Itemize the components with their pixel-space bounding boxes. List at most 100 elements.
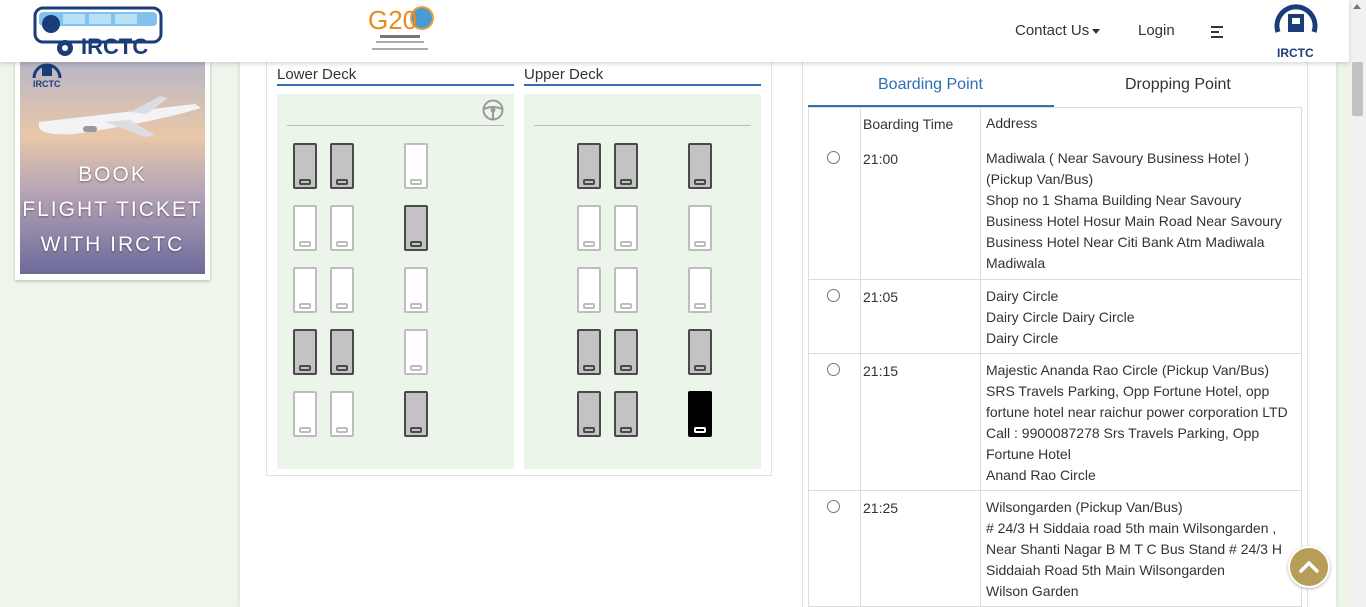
seat-pillow	[299, 241, 311, 247]
boarding-address: Dairy Circle Dairy Circle Dairy Circle Dai…	[981, 280, 1301, 353]
seat-pillow	[299, 365, 311, 371]
seat-pillow	[410, 303, 422, 309]
seat-pillow	[583, 179, 595, 185]
upper-deck-seat	[688, 329, 712, 375]
ad-line-3: WITH IRCTC	[40, 233, 185, 256]
upper-deck-title: Upper Deck	[524, 66, 604, 83]
lower-deck-seat[interactable]	[404, 143, 428, 189]
lower-deck-seat[interactable]	[330, 267, 354, 313]
airplane-icon	[39, 96, 201, 137]
table-row[interactable]: 21:05 Dairy Circle Dairy Circle Dairy Circ…	[809, 279, 1301, 353]
address-line: Dairy Circle Dairy Circle	[986, 309, 1135, 325]
boarding-point-radio[interactable]	[827, 500, 840, 513]
address-line: Madiwala ( Near Savoury Business Hotel )	[986, 150, 1249, 166]
upper-deck-seat[interactable]	[577, 205, 601, 251]
seat-pillow	[620, 179, 632, 185]
seat-pillow	[299, 179, 311, 185]
seat-pillow	[336, 179, 348, 185]
login-link[interactable]: Login	[1138, 22, 1175, 39]
seat-pillow	[336, 303, 348, 309]
lower-deck-underline	[277, 84, 514, 86]
seat-pillow	[620, 427, 632, 433]
lower-deck-seat[interactable]	[330, 205, 354, 251]
irctc-logo[interactable]: IRCTC	[1272, 4, 1320, 60]
table-header-row: Boarding Time Address	[809, 108, 1301, 142]
upper-deck-seat	[614, 391, 638, 437]
lower-deck-seat[interactable]	[330, 391, 354, 437]
address-line: Near Shanti Nagar B M T C Bus Stand # 24…	[986, 541, 1282, 557]
seat-pillow	[620, 241, 632, 247]
lower-deck-seat[interactable]	[404, 267, 428, 313]
header-address: Address	[986, 115, 1038, 131]
address-line: Siddaiah Road 5th Main Wilsongarden	[986, 562, 1225, 578]
lower-deck-seat[interactable]	[293, 391, 317, 437]
tab-boarding-point[interactable]: Boarding Point	[878, 76, 983, 94]
address-line: Dairy Circle	[986, 330, 1059, 346]
boarding-point-radio[interactable]	[827, 151, 840, 164]
seat-pillow	[583, 365, 595, 371]
seat-pillow	[694, 303, 706, 309]
header-select-cell	[809, 108, 861, 142]
boarding-address: Wilsongarden (Pickup Van/Bus) # 24/3 H Si…	[981, 491, 1301, 606]
upper-deck-underline	[524, 84, 761, 86]
table-row[interactable]: 21:00 Madiwala ( Near Savoury Business Ho…	[809, 142, 1301, 279]
boarding-point-radio[interactable]	[827, 363, 840, 376]
address-line: Shop no 1 Shama Building Near Savoury	[986, 192, 1242, 208]
address-line: Call : 9900087278 Srs Travels Parking, O…	[986, 425, 1260, 441]
address-line: Dairy Circle	[986, 288, 1059, 304]
address-line: Wilson Garden	[986, 583, 1079, 599]
scrollbar-thumb[interactable]	[1352, 62, 1363, 116]
upper-deck-seat[interactable]	[688, 205, 712, 251]
address-line: Business Hotel Near Citi Bank Atm Madiwa…	[986, 234, 1265, 250]
boarding-point-radio[interactable]	[827, 289, 840, 302]
select-cell	[809, 142, 861, 279]
flight-ad-banner[interactable]: IRCTC BOOK FLIGHT TICKET WITH IRCTC	[15, 62, 210, 280]
top-navbar: IRCTC G20 Contact Us Login IRCTC	[0, 0, 1349, 62]
g20-text: G20	[368, 5, 418, 35]
seat-pillow	[694, 179, 706, 185]
address-line: SRS Travels Parking, Opp Fortune Hotel, …	[986, 383, 1270, 399]
lower-deck-seat[interactable]	[293, 205, 317, 251]
seat-pillow	[583, 303, 595, 309]
irctc-bus-logo[interactable]: IRCTC	[33, 4, 165, 60]
select-cell	[809, 491, 861, 606]
g20-logo: G20	[360, 3, 440, 55]
select-cell	[809, 280, 861, 353]
seat-pillow	[620, 303, 632, 309]
header-boarding-time: Boarding Time	[861, 108, 981, 142]
menu-icon[interactable]	[1211, 25, 1225, 38]
select-cell	[809, 354, 861, 490]
table-row[interactable]: 21:15 Majestic Ananda Rao Circle (Pickup …	[809, 353, 1301, 490]
seat-pillow	[410, 241, 422, 247]
boarding-time: 21:00	[861, 142, 981, 279]
ad-line-2: FLIGHT TICKET	[22, 198, 203, 221]
page-scrollbar[interactable]	[1349, 0, 1366, 607]
address-line: Fortune Hotel	[986, 446, 1071, 462]
table-row[interactable]: 21:25 Wilsongarden (Pickup Van/Bus) # 24/3…	[809, 490, 1301, 606]
lower-deck-seat[interactable]	[404, 329, 428, 375]
brand-text: IRCTC	[81, 34, 149, 59]
upper-deck-seat	[614, 329, 638, 375]
upper-deck-seat	[614, 143, 638, 189]
upper-deck-seat[interactable]	[614, 267, 638, 313]
back-to-top-button[interactable]	[1288, 546, 1330, 588]
upper-deck-seat[interactable]	[614, 205, 638, 251]
ad-image: IRCTC BOOK FLIGHT TICKET WITH IRCTC	[20, 62, 205, 274]
ad-line-1: BOOK	[78, 163, 147, 186]
address-line: Wilsongarden (Pickup Van/Bus)	[986, 499, 1183, 515]
lower-deck-seat	[404, 205, 428, 251]
upper-deck-seat[interactable]	[688, 391, 712, 437]
seat-pillow	[410, 365, 422, 371]
boarding-address: Madiwala ( Near Savoury Business Hotel )…	[981, 142, 1301, 279]
seat-pillow	[583, 427, 595, 433]
seat-pillow	[336, 241, 348, 247]
tab-dropping-point[interactable]: Dropping Point	[1125, 76, 1231, 94]
contact-us-dropdown[interactable]: Contact Us	[1015, 22, 1101, 39]
upper-deck-area	[524, 94, 761, 469]
upper-deck-seat[interactable]	[688, 267, 712, 313]
upper-deck-seat[interactable]	[577, 267, 601, 313]
address-line: Madiwala	[986, 255, 1046, 271]
seat-pillow	[410, 427, 422, 433]
lower-deck-seat[interactable]	[293, 267, 317, 313]
scroll-up-arrow-icon[interactable]	[1353, 4, 1361, 9]
